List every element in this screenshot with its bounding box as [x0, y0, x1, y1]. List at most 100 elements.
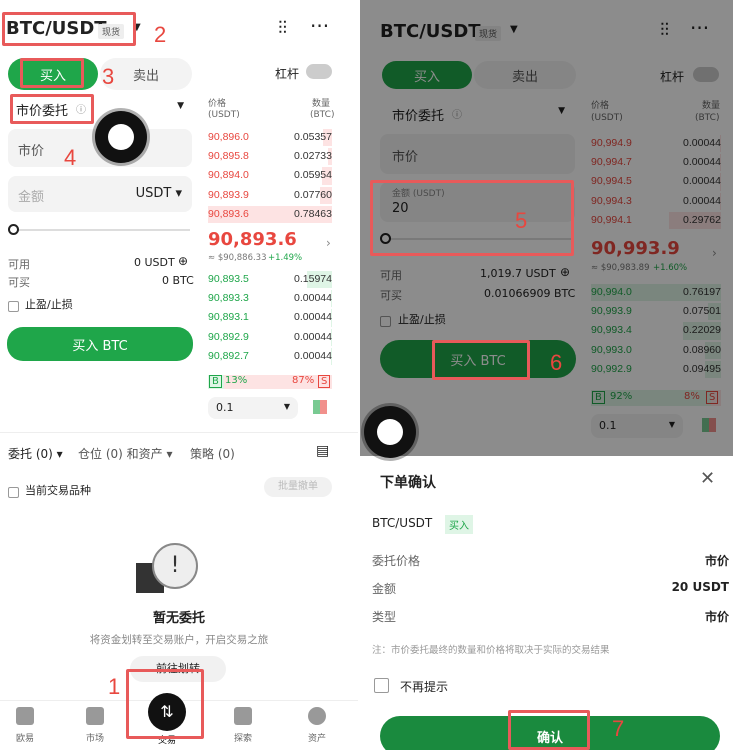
explore-icon [234, 707, 252, 725]
amount-unit-select[interactable]: USDT ▾ [136, 186, 182, 201]
buy-btc-button[interactable]: 买入 BTC [7, 327, 193, 361]
nav-home-label: 欧易 [15, 734, 34, 744]
touch-indicator [364, 406, 416, 458]
orderbook-row[interactable]: 90,896.0 0.05357 [208, 128, 332, 147]
step-number-4: 4 [64, 145, 77, 170]
step-number-3: 3 [102, 64, 115, 89]
divider [0, 432, 358, 433]
confirm-side-badge: 买入 [445, 515, 473, 534]
row-value-type: 市价 [704, 610, 729, 624]
step-number-1: 1 [108, 674, 121, 699]
annotation-box-6 [432, 340, 530, 380]
depth-select[interactable]: 0.1 ▼ [208, 397, 298, 419]
annotation-box-1 [126, 669, 204, 739]
orderbook-qty: 0.05954 [294, 169, 332, 182]
okx-logo-icon [16, 707, 34, 725]
leverage-toggle[interactable] [306, 64, 332, 79]
amount-slider[interactable] [12, 229, 190, 231]
step-number-7: 7 [612, 716, 625, 741]
tab-orders[interactable]: 委托 (0) ▾ [8, 445, 63, 462]
tab-positions[interactable]: 仓位 (0) 和资产 ▾ [78, 445, 172, 462]
annotation-box-5 [370, 180, 574, 256]
chevron-right-icon[interactable]: › [326, 236, 331, 250]
orderbook-price: 90,893.5 [208, 273, 249, 285]
row-label-amount: 金额 [372, 582, 397, 596]
ob-qty-unit: (BTC) [310, 110, 335, 120]
touch-indicator [95, 111, 147, 163]
more-icon[interactable]: ··· [310, 14, 329, 38]
orderbook-row[interactable]: 90,893.3 0.00044 [208, 289, 332, 308]
left-screenshot: BTC/USDT 现货 ▼ ⫶⫶ ··· 买入 卖出 杠杆 市价委托 ⓘ ▼ 市… [0, 0, 358, 750]
orderbook-qty: 0.78463 [294, 207, 332, 220]
ob-price-header: 价格 [208, 99, 227, 109]
empty-state-illustration: ! [136, 537, 216, 597]
assets-icon [308, 707, 326, 725]
order-confirm-sheet: 下单确认 ✕ BTC/USDT 买入 委托价格 市价 金额 20 USDT 类型… [360, 456, 733, 750]
orderbook-row[interactable]: 90,893.5 0.15974 [208, 270, 332, 289]
orderbook-qty: 0.07760 [294, 188, 332, 201]
orderbook-layout-icon[interactable] [313, 400, 327, 414]
depth-value: 0.1 [216, 401, 234, 414]
ob-qty-header: 数量 [312, 99, 331, 109]
available-value: 0 USDT [134, 256, 175, 269]
confirm-note: 注：市价委托最终的数量和价格将取决于实际的交易结果 [372, 645, 610, 656]
tab-strategies[interactable]: 策略 (0) [190, 445, 235, 462]
orderbook-price: 90,892.7 [208, 349, 249, 362]
dont-remind-checkbox[interactable] [374, 678, 389, 693]
buyable-label: 可买 [8, 276, 30, 289]
nav-explore[interactable]: 探索 [218, 707, 268, 744]
slider-handle[interactable] [8, 224, 19, 235]
buyable-value: 0 BTC [162, 274, 194, 287]
orderbook-row[interactable]: 90,893.9 0.07760 [208, 186, 332, 205]
step-number-6: 6 [550, 350, 563, 375]
current-only-checkbox[interactable] [8, 482, 19, 501]
nav-assets[interactable]: 资产 [292, 707, 342, 744]
ratio-s-pct: 87% [292, 375, 315, 386]
orderbook-price: 90,896.0 [208, 131, 249, 143]
empty-subtitle: 将资金划转至交易账户，开启交易之旅 [89, 634, 269, 646]
bids-list: 90,893.5 0.15974 90,893.3 0.00044 90,893.1 0.… [208, 270, 332, 366]
nav-explore-label: 探索 [233, 734, 252, 744]
nav-home[interactable]: 欧易 [0, 707, 50, 744]
step-number-2: 2 [154, 22, 167, 47]
row-value-amount: 20 USDT [671, 580, 729, 594]
close-icon[interactable]: ✕ [700, 468, 715, 489]
transfer-plus-icon[interactable]: ⊕ [178, 254, 188, 268]
ratio-b-pct: 13% [225, 375, 248, 386]
market-icon [86, 707, 104, 725]
orderbook-qty: 0.02733 [294, 150, 332, 163]
annotation-box-2 [2, 12, 136, 46]
last-change: +1.49% [268, 253, 303, 263]
orderbook-row[interactable]: 90,895.8 0.02733 [208, 147, 332, 166]
tpsl-checkbox[interactable] [8, 296, 19, 315]
orderbook-qty: 0.00044 [294, 292, 332, 305]
row-label-price: 委托价格 [372, 554, 421, 568]
amount-input[interactable]: 金额 USDT ▾ [8, 176, 192, 212]
chevron-down-icon: ▼ [283, 402, 290, 411]
available-label: 可用 [8, 258, 30, 271]
row-label-type: 类型 [372, 610, 397, 624]
candlestick-icon[interactable]: ⫶⫶ [278, 18, 287, 39]
leverage-label: 杠杆 [275, 67, 300, 81]
nav-market-label: 市场 [85, 734, 104, 744]
orderbook-row[interactable]: 90,893.1 0.00044 [208, 308, 332, 327]
row-value-price: 市价 [704, 554, 729, 568]
ratio-s-icon: S [318, 375, 331, 388]
orderbook-price: 90,893.3 [208, 292, 249, 305]
ratio-b-icon: B [209, 375, 222, 388]
tpsl-label: 止盈/止损 [25, 298, 73, 311]
order-history-icon[interactable]: ▤ [316, 443, 329, 459]
nav-market[interactable]: 市场 [70, 707, 120, 744]
batch-cancel-button[interactable]: 批量撤单 [264, 477, 332, 497]
orderbook-price: 90,893.1 [208, 311, 249, 324]
orderbook-price: 90,894.0 [208, 169, 249, 182]
orderbook-row[interactable]: 90,893.6 0.78463 [208, 205, 332, 224]
orderbook-row[interactable]: 90,892.9 0.00044 [208, 328, 332, 347]
annotation-box-3 [20, 58, 84, 88]
annotation-box-7 [508, 710, 590, 750]
orderbook-row[interactable]: 90,892.7 0.00044 [208, 347, 332, 366]
asks-list: 90,896.0 0.05357 90,895.8 0.02733 90,894.0 0.… [208, 128, 332, 224]
confirm-pair: BTC/USDT [372, 516, 433, 530]
orderbook-row[interactable]: 90,894.0 0.05954 [208, 166, 332, 185]
orderbook-qty: 0.15974 [294, 273, 332, 285]
